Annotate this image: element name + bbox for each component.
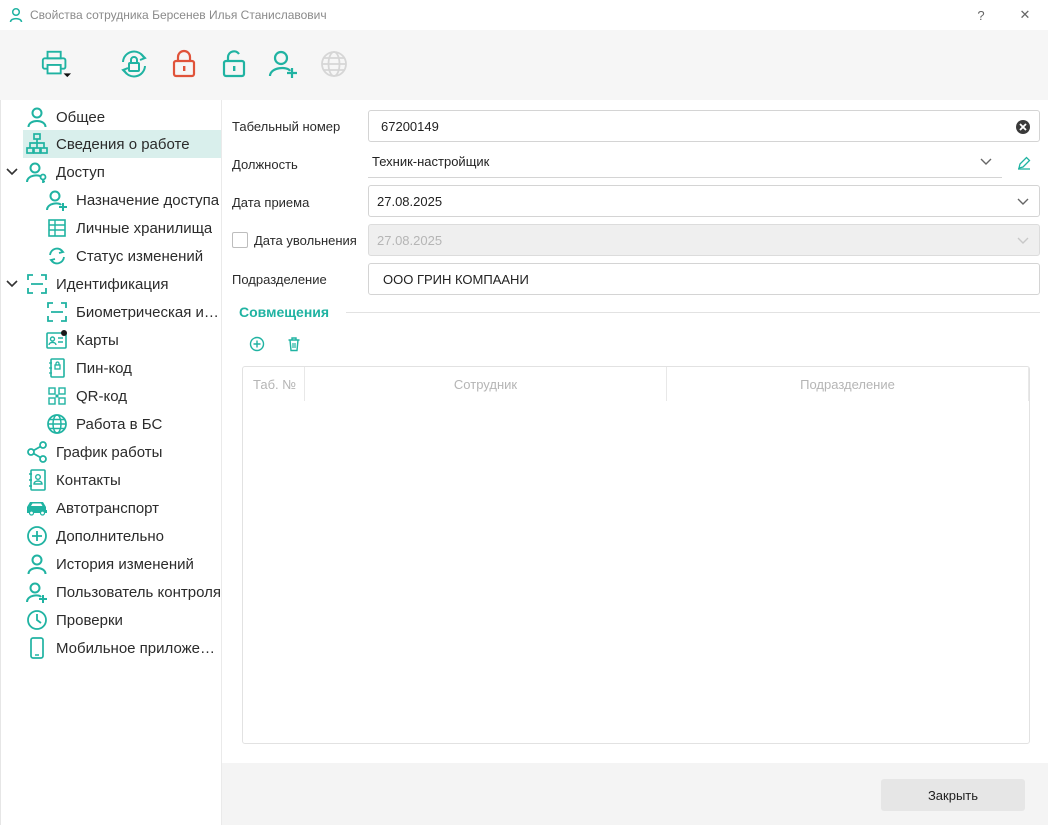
combinations-table: Таб. № Сотрудник Подразделение (242, 366, 1030, 744)
hire-date-label: Дата приема (232, 195, 310, 210)
sidebar: Общее Сведения о работе Доступ Назначени… (0, 100, 222, 825)
trash-icon[interactable] (286, 336, 302, 352)
user-icon (27, 554, 47, 575)
scan-frame-icon (47, 302, 67, 322)
dismissal-date-field: 27.08.2025 (368, 224, 1040, 256)
window-title: Свойства сотрудника Берсенев Илья Станис… (30, 8, 327, 22)
sidebar-item-identification[interactable]: Идентификация (23, 270, 221, 298)
sidebar-item-change-status[interactable]: Статус изменений (43, 242, 221, 270)
title-bar: Свойства сотрудника Берсенев Илья Станис… (0, 0, 1048, 30)
sidebar-item-checks[interactable]: Проверки (23, 606, 221, 634)
org-structure-icon (26, 133, 48, 154)
sidebar-item-biometric[interactable]: Биометрическая идентификация (43, 298, 221, 326)
chevron-down-icon (1017, 237, 1029, 244)
plus-circle-icon (27, 526, 47, 546)
section-divider (346, 312, 1040, 313)
work-info-panel: Табельный номер 67200149 Должность Техни… (222, 100, 1048, 763)
sidebar-item-work-info[interactable]: Сведения о работе (23, 130, 221, 158)
user-plus-icon (26, 582, 47, 603)
sidebar-item-control-user[interactable]: Пользователь контроля (23, 578, 221, 606)
print-icon (41, 50, 72, 78)
sidebar-item-access-assignment[interactable]: Назначение доступа (43, 186, 221, 214)
sync-lock-icon (121, 50, 147, 78)
share-icon (27, 441, 47, 463)
sidebar-item-cards[interactable]: Карты (43, 326, 221, 354)
sidebar-item-bs-work[interactable]: Работа в БС (43, 410, 221, 438)
add-icon[interactable] (249, 336, 265, 352)
column-header-employee[interactable]: Сотрудник (305, 367, 667, 401)
toolbar (0, 30, 1048, 100)
chevron-down-icon[interactable] (5, 165, 19, 179)
department-label: Подразделение (232, 272, 327, 287)
globe-icon (321, 51, 347, 77)
sidebar-item-access[interactable]: Доступ (23, 158, 221, 186)
close-button[interactable]: Закрыть (881, 779, 1025, 811)
sync-lock-button[interactable] (118, 48, 150, 80)
unlock-button[interactable] (218, 48, 250, 80)
grid-storage-icon (48, 219, 66, 237)
unlock-icon (222, 50, 246, 78)
edit-icon[interactable] (1017, 156, 1031, 170)
clock-icon (27, 610, 47, 630)
user-icon (9, 7, 23, 23)
id-card-icon (46, 330, 67, 349)
close-window-button[interactable]: ✕ (1013, 4, 1037, 26)
column-header-department[interactable]: Подразделение (667, 367, 1029, 401)
position-label: Должность (232, 157, 298, 172)
combinations-title: Совмещения (239, 304, 330, 320)
chevron-down-icon[interactable] (5, 277, 19, 291)
sidebar-item-pin[interactable]: Пин-код (43, 354, 221, 382)
sidebar-item-additional[interactable]: Дополнительно (23, 522, 221, 550)
sidebar-item-schedule[interactable]: График работы (23, 438, 221, 466)
tab-number-field[interactable]: 67200149 (368, 110, 1040, 142)
position-select[interactable]: Техник-настройщик (368, 146, 1002, 178)
sidebar-item-vehicles[interactable]: Автотранспорт (23, 494, 221, 522)
sidebar-item-contacts[interactable]: Контакты (23, 466, 221, 494)
user-key-icon (26, 162, 47, 183)
chevron-down-icon (1017, 198, 1029, 205)
help-button[interactable]: ? (969, 4, 993, 26)
scan-frame-icon (27, 274, 47, 294)
chevron-down-icon (980, 158, 992, 165)
qr-icon (48, 387, 66, 405)
hire-date-field[interactable]: 27.08.2025 (368, 185, 1040, 217)
user-add-icon (46, 190, 67, 211)
clear-icon[interactable] (1015, 119, 1031, 135)
tab-number-label: Табельный номер (232, 119, 341, 134)
pin-icon (49, 358, 65, 378)
phone-icon (30, 637, 44, 659)
add-user-button[interactable] (268, 48, 300, 80)
lock-icon (172, 49, 196, 78)
web-button[interactable] (318, 48, 350, 80)
department-field[interactable]: ООО ГРИН КОМПААНИ (368, 263, 1040, 295)
sidebar-item-qr[interactable]: QR-код (43, 382, 221, 410)
globe-icon (47, 414, 67, 434)
print-button[interactable] (40, 48, 72, 80)
sidebar-item-history[interactable]: История изменений (23, 550, 221, 578)
contacts-icon (29, 469, 46, 491)
sidebar-item-mobile-app[interactable]: Мобильное приложение (23, 634, 221, 662)
car-icon (27, 502, 47, 516)
column-header-tab-number[interactable]: Таб. № (243, 367, 305, 401)
footer: Закрыть (222, 763, 1048, 825)
user-add-icon (268, 50, 297, 78)
dismissal-checkbox[interactable] (232, 232, 248, 248)
user-icon (27, 107, 47, 128)
sidebar-item-personal-storage[interactable]: Личные хранилища (43, 214, 221, 242)
sidebar-item-general[interactable]: Общее (23, 103, 221, 131)
dismissal-label: Дата увольнения (254, 233, 357, 248)
lock-button[interactable] (168, 48, 200, 80)
refresh-icon (49, 247, 65, 265)
